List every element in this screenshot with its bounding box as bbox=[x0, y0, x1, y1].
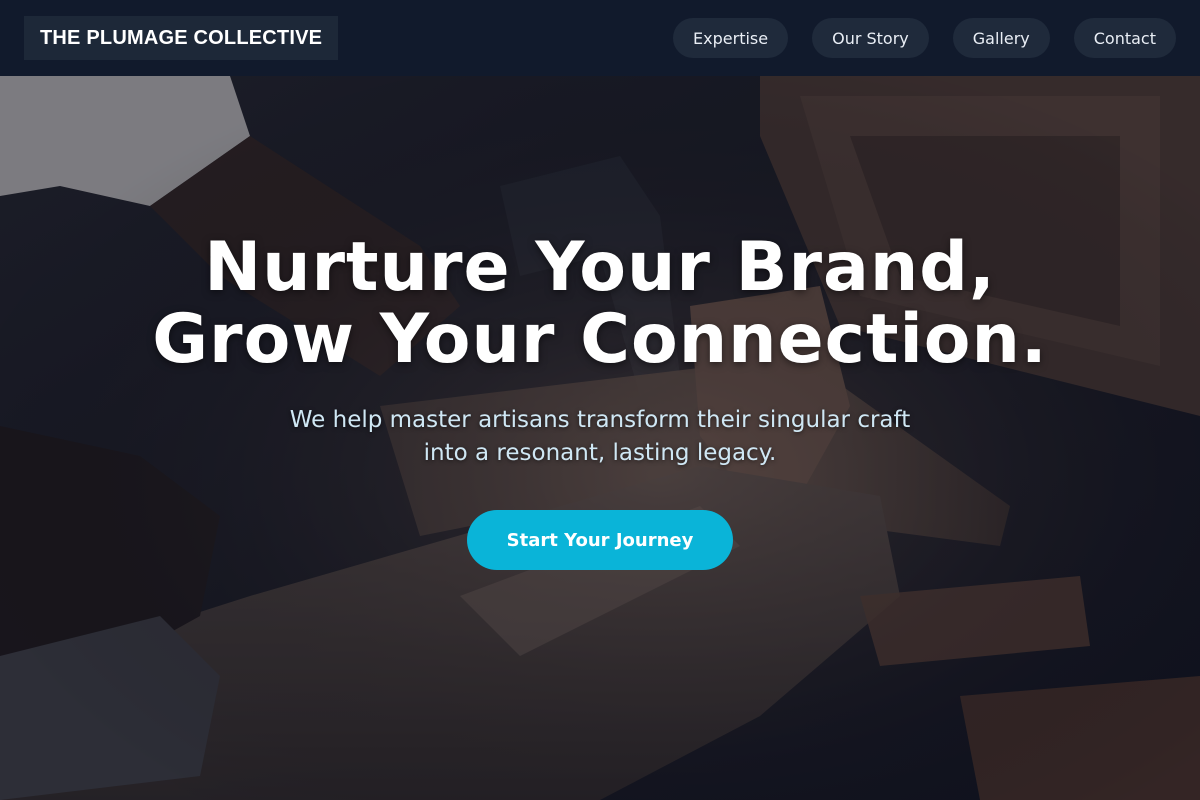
hero-section: Nurture Your Brand, Grow Your Connection… bbox=[0, 76, 1200, 800]
start-journey-button[interactable]: Start Your Journey bbox=[467, 510, 733, 570]
site-logo[interactable]: THE PLUMAGE COLLECTIVE bbox=[24, 16, 339, 60]
nav-item-contact[interactable]: Contact bbox=[1073, 18, 1176, 58]
hero-headline: Nurture Your Brand, Grow Your Connection… bbox=[0, 232, 1200, 376]
hero-subtitle-line-1: We help master artisans transform their … bbox=[289, 407, 911, 433]
site-header: THE PLUMAGE COLLECTIVE Expertise Our Sto… bbox=[0, 0, 1200, 76]
hero-content: Nurture Your Brand, Grow Your Connection… bbox=[0, 232, 1200, 570]
main-nav: Expertise Our Story Gallery Contact bbox=[673, 18, 1176, 58]
hero-headline-line-2: Grow Your Connection. bbox=[152, 300, 1048, 379]
nav-item-expertise[interactable]: Expertise bbox=[673, 18, 789, 58]
nav-item-gallery[interactable]: Gallery bbox=[952, 18, 1050, 58]
nav-item-our-story[interactable]: Our Story bbox=[812, 18, 929, 58]
hero-subtitle: We help master artisans transform their … bbox=[0, 404, 1200, 470]
hero-subtitle-line-2: into a resonant, lasting legacy. bbox=[423, 440, 777, 466]
cta-wrapper: Start Your Journey bbox=[0, 510, 1200, 570]
hero-headline-line-1: Nurture Your Brand, bbox=[204, 228, 996, 307]
